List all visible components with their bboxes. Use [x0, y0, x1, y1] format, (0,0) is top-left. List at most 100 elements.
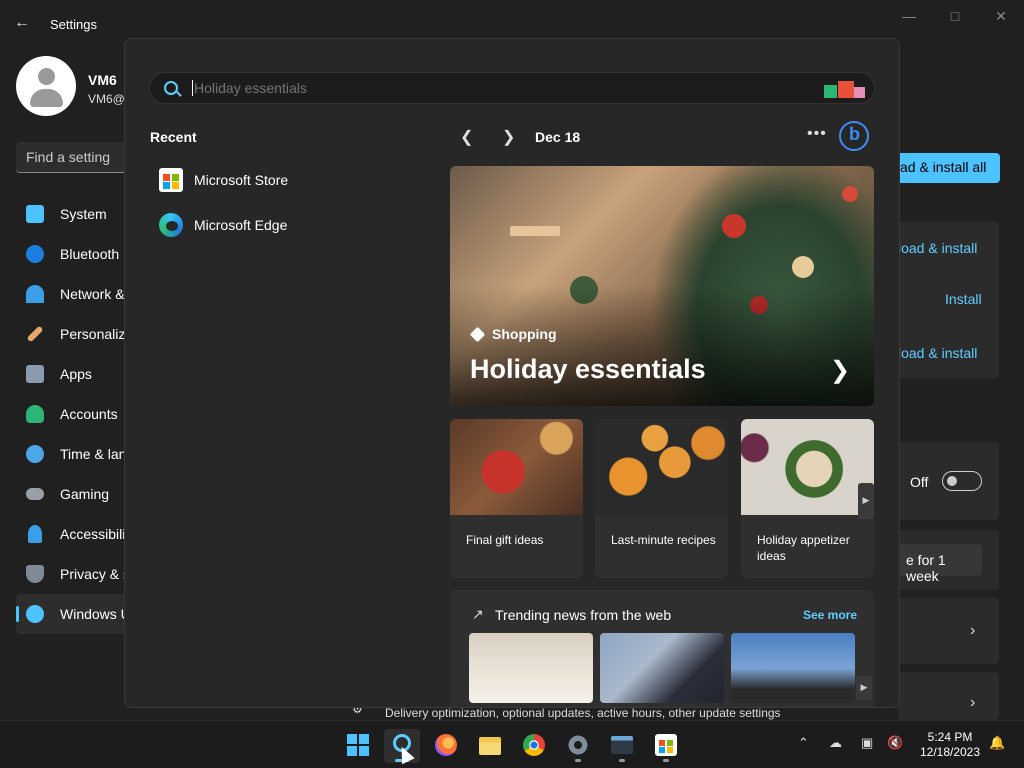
nav-item-bluetooth[interactable]: Bluetooth	[16, 234, 126, 274]
bing-icon[interactable]	[839, 121, 869, 151]
chrome-icon	[523, 734, 545, 756]
gifts-icon	[824, 79, 866, 99]
recent-item-label: Microsoft Edge	[194, 217, 288, 233]
scroll-right-icon[interactable]: ▶	[856, 676, 872, 700]
news-thumbnail[interactable]	[469, 633, 593, 703]
download-install-link-2[interactable]: load & install	[898, 345, 977, 361]
recent-item-label: Microsoft Store	[194, 172, 289, 188]
tile-final-gift-ideas[interactable]: Final gift ideas	[450, 419, 583, 578]
get-latest-toggle[interactable]	[942, 471, 982, 491]
update-icon	[26, 605, 44, 623]
nav-label: Accessibili	[60, 526, 126, 542]
search-flyout: Recent Microsoft Store Microsoft Edge ❮ …	[124, 38, 900, 708]
chevron-left-icon[interactable]: ❮	[460, 127, 473, 147]
nav-item-privacy[interactable]: Privacy & s	[16, 554, 126, 594]
chevron-right-icon: ›	[970, 622, 976, 639]
hero-title: Holiday essentials	[470, 354, 706, 384]
close-button[interactable]: ✕	[986, 8, 1016, 28]
nav-item-gaming[interactable]: Gaming	[16, 474, 126, 514]
network-icon[interactable]: ▣	[861, 735, 873, 751]
date-label: Dec 18	[535, 129, 581, 145]
nav-label: Bluetooth	[60, 246, 120, 262]
nav-item-personalization[interactable]: Personaliz	[16, 314, 126, 354]
clock-time: 5:24 PM	[927, 730, 973, 744]
hero-card[interactable]: Shopping Holiday essentials ❯	[450, 166, 874, 406]
hero-category: Shopping	[469, 326, 557, 342]
tile-last-minute-recipes[interactable]: Last-minute recipes	[595, 419, 728, 578]
profile-email: VM6@	[88, 92, 125, 106]
advanced-card[interactable]	[898, 672, 999, 720]
firefox-icon	[435, 734, 457, 756]
back-button[interactable]: ←	[14, 14, 34, 34]
search-input[interactable]	[192, 80, 792, 96]
clock-globe-icon	[26, 445, 44, 463]
nav-label: Privacy & s	[60, 566, 126, 582]
nav-item-accounts[interactable]: Accounts	[16, 394, 126, 434]
install-link[interactable]: Install	[945, 291, 982, 307]
news-thumbnail[interactable]	[600, 633, 724, 703]
scroll-right-icon[interactable]: ▶	[858, 483, 874, 519]
recipe-image	[595, 419, 728, 515]
firefox-button[interactable]	[428, 729, 464, 763]
more-options-icon[interactable]: •••	[807, 125, 827, 143]
nav-item-system[interactable]: System	[16, 194, 126, 234]
chevron-right-icon[interactable]: ❯	[830, 356, 850, 385]
nav-label: System	[60, 206, 107, 222]
apps-icon	[26, 365, 44, 383]
tile-label: Holiday appetizer ideas	[757, 533, 850, 563]
toggle-state: Off	[910, 474, 929, 490]
nav-item-accessibility[interactable]: Accessibili	[16, 514, 126, 554]
tag-icon	[469, 326, 486, 342]
chevron-right-icon[interactable]: ❯	[502, 127, 515, 147]
nav-label: Gaming	[60, 486, 110, 502]
chrome-button[interactable]	[516, 729, 552, 763]
hero-category-label: Shopping	[492, 326, 557, 342]
trending-icon: ↗	[472, 606, 484, 622]
minimize-button[interactable]: —	[894, 8, 924, 28]
nav-item-network[interactable]: Network &	[16, 274, 126, 314]
tile-label: Final gift ideas	[466, 533, 544, 547]
bluetooth-icon	[26, 245, 44, 263]
nav-item-windows-update[interactable]: Windows U	[16, 594, 126, 634]
chevron-up-icon[interactable]: ⌃	[798, 735, 809, 751]
nav-label: Personaliz	[60, 326, 126, 342]
shield-icon	[26, 565, 44, 583]
clock[interactable]: 5:24 PM 12/18/2023	[916, 730, 984, 760]
see-more-link[interactable]: See more	[803, 608, 857, 622]
search-box[interactable]	[149, 72, 875, 104]
file-explorer-button[interactable]	[472, 729, 508, 763]
window-icon	[611, 736, 633, 754]
find-setting-input[interactable]: Find a setting	[16, 142, 136, 173]
brush-icon	[26, 325, 44, 343]
tile-holiday-appetizer-ideas[interactable]: Holiday appetizer ideas	[741, 419, 874, 578]
avatar	[16, 56, 76, 116]
store-icon	[655, 734, 677, 756]
news-thumbnail[interactable]	[731, 633, 855, 703]
download-install-all-button[interactable]: ad & install all	[898, 153, 1000, 183]
nav-item-time-language[interactable]: Time & lan	[16, 434, 126, 474]
download-install-link-1[interactable]: load & install	[898, 240, 977, 256]
nav-label: Time & lan	[60, 446, 126, 462]
trending-title: Trending news from the web	[495, 607, 672, 623]
gift-image	[450, 419, 583, 515]
taskbar: ⌃ ☁ ▣ 🔇 5:24 PM 12/18/2023 🔔	[0, 720, 1024, 768]
notification-bell-icon[interactable]: 🔔	[989, 735, 1005, 751]
settings-button[interactable]	[560, 729, 596, 763]
terminal-button[interactable]	[604, 729, 640, 763]
volume-muted-icon[interactable]: 🔇	[887, 735, 903, 751]
recent-item-microsoft-edge[interactable]: Microsoft Edge	[159, 212, 287, 238]
pause-updates-button[interactable]: e for 1 week	[898, 544, 982, 584]
store-taskbar-button[interactable]	[648, 729, 684, 763]
accessibility-icon	[28, 525, 42, 543]
nav-item-apps[interactable]: Apps	[16, 354, 126, 394]
history-card[interactable]	[898, 598, 999, 664]
onedrive-icon[interactable]: ☁	[829, 735, 842, 751]
accounts-icon	[26, 405, 44, 423]
settings-nav: System Bluetooth Network & Personaliz Ap…	[16, 194, 126, 634]
wifi-icon	[26, 285, 44, 303]
advanced-options-desc: Delivery optimization, optional updates,…	[385, 706, 781, 720]
recent-item-microsoft-store[interactable]: Microsoft Store	[159, 167, 288, 193]
maximize-button[interactable]: □	[940, 8, 970, 28]
start-button[interactable]	[340, 729, 376, 763]
appetizer-image	[741, 419, 874, 515]
